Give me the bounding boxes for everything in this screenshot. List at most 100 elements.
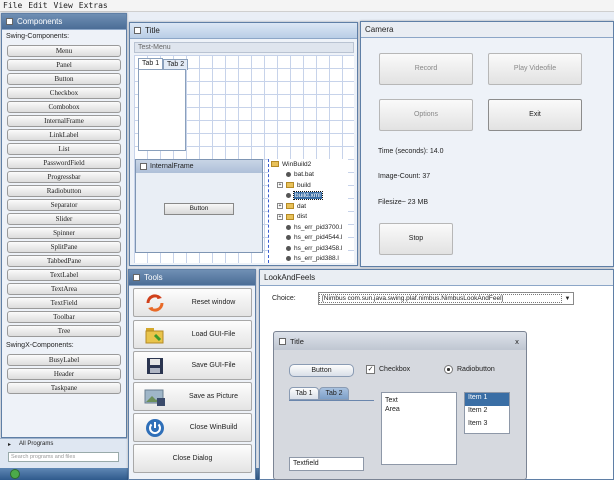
tree-node-label: hs_err_pid388.l — [294, 255, 339, 263]
component-progressbar-button[interactable]: Progressbar — [7, 171, 121, 183]
nimbus-titlebar[interactable]: Title x — [274, 332, 526, 350]
tab-1[interactable]: Tab 1 — [138, 58, 164, 69]
tools-title: Tools — [144, 273, 163, 282]
image-count-label: Image-Count: 37 — [378, 173, 431, 180]
tree-node[interactable]: hs_err_pid3700.l — [269, 222, 348, 233]
tree-node[interactable]: hs_err_pid388.l — [269, 254, 348, 264]
component-textarea-button[interactable]: TextArea — [7, 283, 121, 295]
nimbus-textarea[interactable]: Text Area — [381, 392, 457, 465]
component-busylabel-button[interactable]: BusyLabel — [7, 354, 121, 366]
expand-icon[interactable]: + — [277, 182, 283, 189]
component-list-button[interactable]: List — [7, 143, 121, 155]
component-spinner-button[interactable]: Spinner — [7, 227, 121, 239]
start-search-input[interactable]: Search programs and files — [8, 452, 119, 462]
tree-node-label: build — [297, 181, 311, 189]
menubar: File Edit View Extras — [0, 0, 614, 12]
menu-view[interactable]: View — [54, 0, 73, 11]
nimbus-button[interactable]: Button — [289, 364, 354, 377]
components-titlebar[interactable]: Components — [2, 14, 126, 30]
lookandfeels-title: LookAndFeels — [264, 273, 316, 282]
all-programs[interactable]: All Programs — [19, 441, 53, 448]
tree-node[interactable]: hs_err_pid3458.l — [269, 243, 348, 254]
file-icon — [286, 172, 291, 178]
reset-window-label: Reset window — [191, 299, 236, 306]
play-videofile-button[interactable]: Play Videofile — [488, 53, 582, 85]
swingx-component-list: BusyLabel Header Taskpane — [2, 354, 126, 394]
chevron-down-icon[interactable]: ▼ — [562, 296, 573, 302]
radio-selected-icon — [444, 365, 453, 374]
choice-combobox[interactable]: [Nimbus com.sun.java.swing.plaf.nimbus.N… — [318, 292, 574, 305]
menu-edit[interactable]: Edit — [28, 0, 47, 11]
options-button[interactable]: Options — [379, 99, 473, 131]
component-textlabel-button[interactable]: TextLabel — [7, 269, 121, 281]
tree-node[interactable]: + dist — [269, 212, 348, 223]
title-window-titlebar[interactable]: Title — [130, 23, 357, 39]
tree-node[interactable]: + build — [269, 180, 348, 191]
record-button[interactable]: Record — [379, 53, 473, 85]
tree-node[interactable]: build.xml — [269, 191, 348, 202]
menu-file[interactable]: File — [3, 0, 22, 11]
file-icon — [286, 235, 291, 241]
lookandfeels-titlebar[interactable]: LookAndFeels — [260, 270, 613, 286]
exit-button[interactable]: Exit — [488, 99, 582, 131]
component-tree-button[interactable]: Tree — [7, 325, 121, 337]
component-combobox-button[interactable]: Combobox — [7, 101, 121, 113]
component-linklabel-button[interactable]: LinkLabel — [7, 129, 121, 141]
picture-icon — [144, 389, 165, 406]
component-separator-button[interactable]: Separator — [7, 199, 121, 211]
tree-node[interactable]: hs_err_pid4544.l — [269, 233, 348, 244]
component-header-button[interactable]: Header — [7, 368, 121, 380]
test-menu-bar[interactable]: Test-Menu — [134, 42, 354, 53]
tree-node-label: dist — [297, 213, 308, 221]
component-button-button[interactable]: Button — [7, 73, 121, 85]
nimbus-checkbox[interactable]: ✓ Checkbox — [366, 365, 410, 374]
tab-panel — [138, 69, 186, 151]
save-gui-file-button[interactable]: Save GUI-File — [133, 351, 252, 380]
menu-extras[interactable]: Extras — [79, 0, 108, 11]
list-item[interactable]: Item 3 — [465, 419, 509, 432]
file-tree: WinBuild2 bat.bat + build build.xml + dat + dist… — [268, 159, 348, 263]
nimbus-radio[interactable]: Radiobutton — [444, 365, 495, 374]
reset-window-button[interactable]: Reset window — [133, 288, 252, 317]
save-as-picture-button[interactable]: Save as Picture — [133, 382, 252, 411]
load-gui-file-button[interactable]: Load GUI-File — [133, 320, 252, 349]
close-icon[interactable]: x — [508, 337, 526, 346]
start-orb-icon[interactable] — [10, 469, 20, 479]
component-tabbedpane-button[interactable]: TabbedPane — [7, 255, 121, 267]
tree-node-label: build.xml — [293, 191, 323, 201]
component-splitpane-button[interactable]: SplitPane — [7, 241, 121, 253]
camera-titlebar[interactable]: Camera — [361, 22, 613, 38]
component-passwordfield-button[interactable]: PasswordField — [7, 157, 121, 169]
radio-label: Radiobutton — [457, 366, 495, 373]
swing-heading: Swing-Components: — [6, 33, 70, 40]
stop-button[interactable]: Stop — [379, 223, 453, 255]
component-toolbar-button[interactable]: Toolbar — [7, 311, 121, 323]
component-taskpane-button[interactable]: Taskpane — [7, 382, 121, 394]
tree-node[interactable]: bat.bat — [269, 170, 348, 181]
internal-frame-titlebar[interactable]: InternalFrame — [136, 160, 262, 173]
component-internalframe-button[interactable]: InternalFrame — [7, 115, 121, 127]
expand-icon[interactable]: + — [277, 213, 283, 220]
component-menu-button[interactable]: Menu — [7, 45, 121, 57]
title-window: Title Test-Menu Tab 1 Tab 2 InternalFram… — [129, 22, 358, 266]
nimbus-list[interactable]: Item 1 Item 2 Item 3 — [464, 392, 510, 434]
tree-node[interactable]: WinBuild2 — [269, 159, 348, 170]
component-panel-button[interactable]: Panel — [7, 59, 121, 71]
start-menu-fragment: ▸ All Programs Search programs and files — [0, 438, 614, 480]
close-winbuild-button[interactable]: Close WinBuild — [133, 413, 252, 442]
component-radiobutton-button[interactable]: Radiobutton — [7, 185, 121, 197]
component-textfield-button[interactable]: TextField — [7, 297, 121, 309]
list-item[interactable]: Item 2 — [465, 406, 509, 419]
nimbus-textfield[interactable]: Textfield — [289, 457, 364, 471]
close-dialog-button[interactable]: Close Dialog — [133, 444, 252, 473]
nimbus-tab-2[interactable]: Tab 2 — [319, 387, 349, 400]
nimbus-title-window: Title x Button ✓ Checkbox Radiobutton Ta… — [273, 331, 527, 480]
tree-node[interactable]: + dat — [269, 201, 348, 212]
internal-frame-button[interactable]: Button — [164, 203, 234, 215]
list-item[interactable]: Item 1 — [465, 393, 509, 406]
component-checkbox-button[interactable]: Checkbox — [7, 87, 121, 99]
expand-icon[interactable]: + — [277, 203, 283, 210]
nimbus-tab-1[interactable]: Tab 1 — [289, 387, 319, 400]
tools-titlebar[interactable]: Tools — [129, 270, 255, 286]
component-slider-button[interactable]: Slider — [7, 213, 121, 225]
